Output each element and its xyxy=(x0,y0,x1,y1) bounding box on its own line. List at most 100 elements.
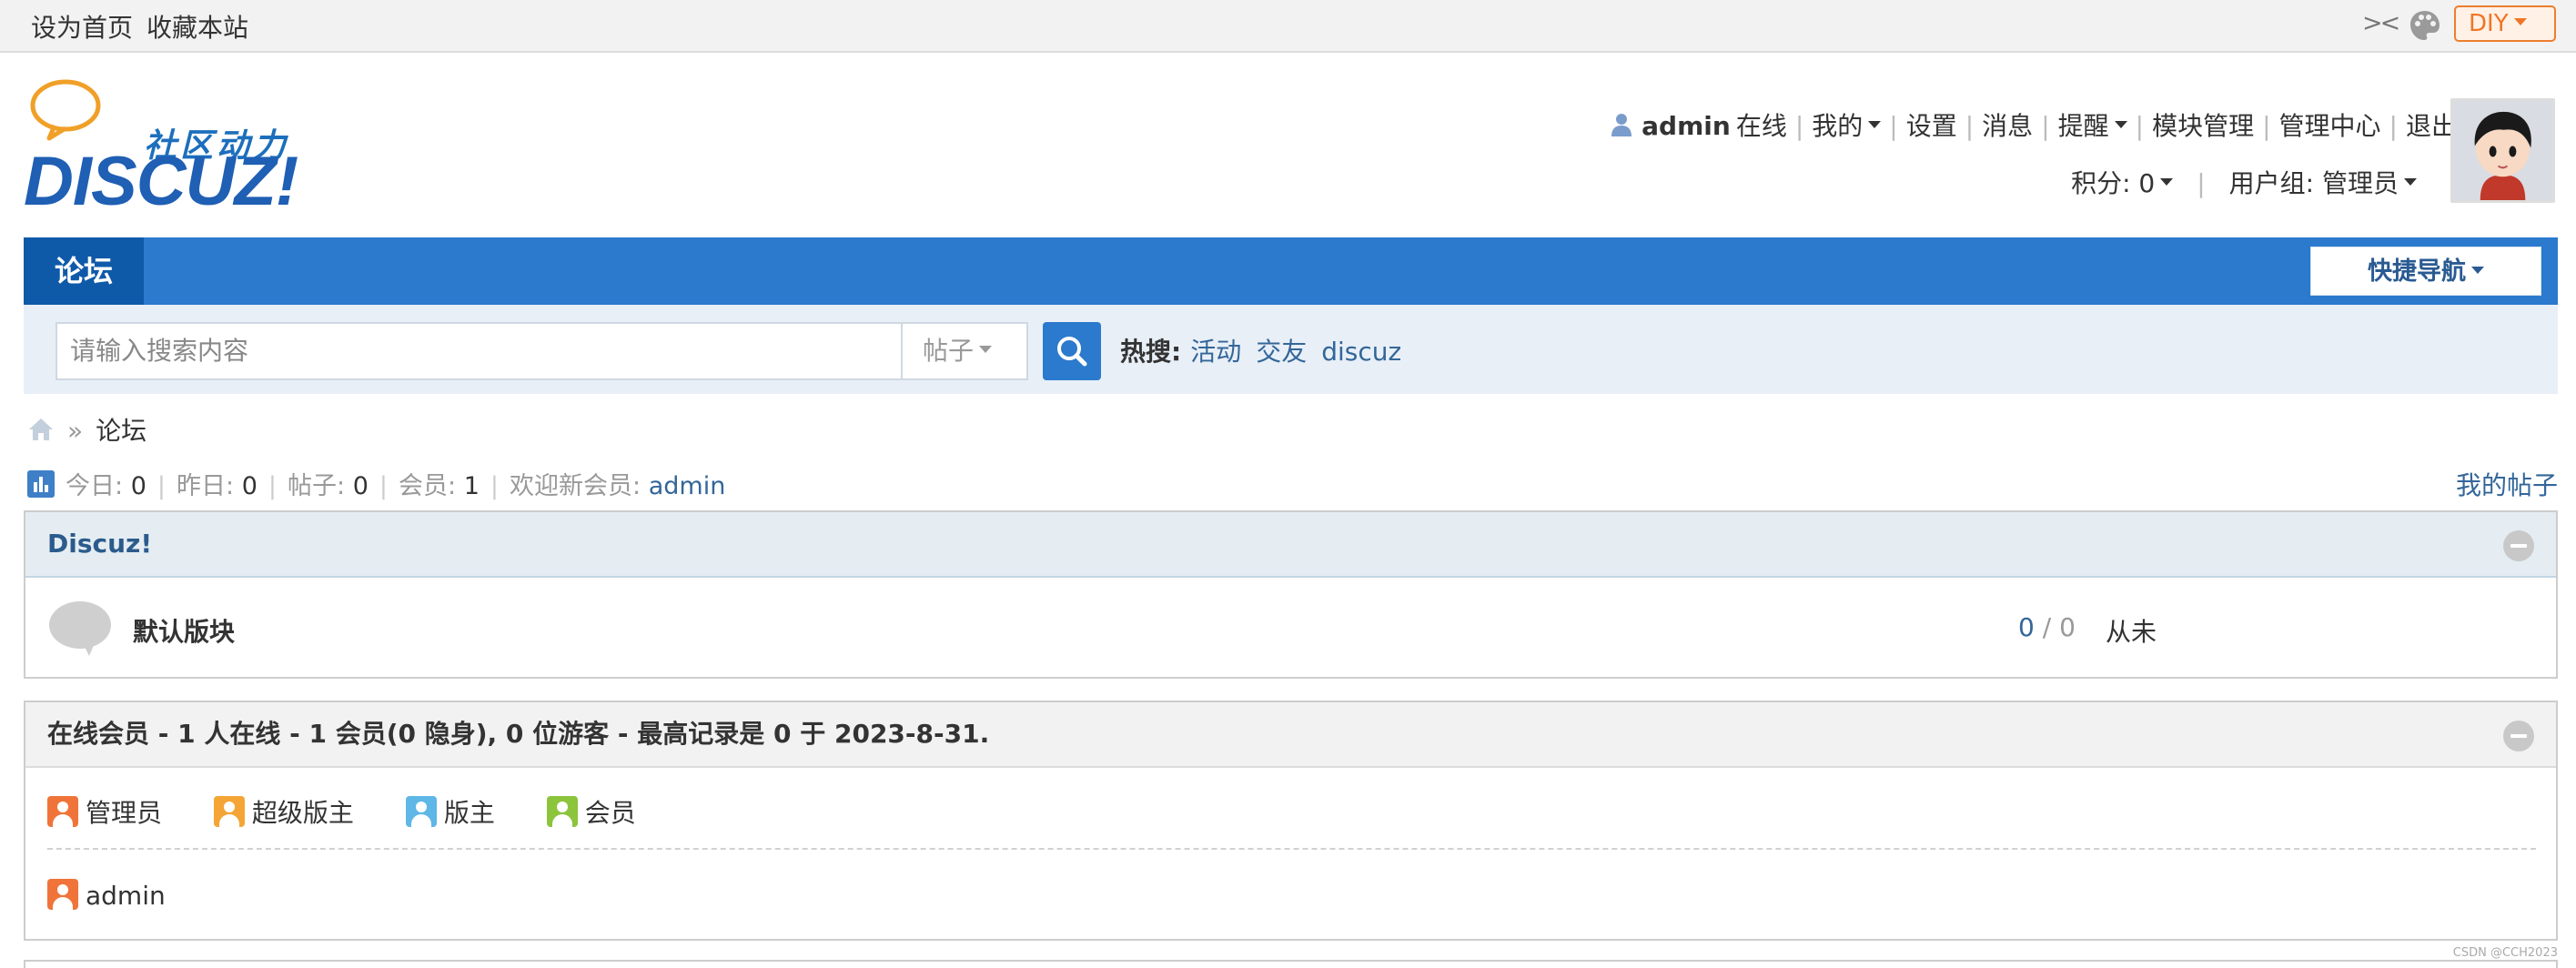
search-icon xyxy=(1057,337,1087,367)
forum-category-box: Discuz! 默认版块 0 / 0 从未 xyxy=(24,510,2558,679)
my-menu[interactable]: 我的 xyxy=(1812,111,1882,141)
forum-stats: 今日: 0 | 昨日: 0 | 帖子: 0 | 会员: 1 | 欢迎新会员: admin xyxy=(27,466,725,501)
legend-label: 管理员 xyxy=(86,798,163,828)
breadcrumb: » 论坛 xyxy=(27,411,146,448)
user-group-menu[interactable]: 用户组: 管理员 xyxy=(2229,168,2417,198)
chevron-down-icon xyxy=(1868,121,1882,128)
hot-search: 热搜: 活动 交友 discuz xyxy=(1120,332,1416,368)
category-title[interactable]: Discuz! xyxy=(47,512,152,576)
search-button[interactable] xyxy=(1043,322,1101,380)
settings-link[interactable]: 设置 xyxy=(1906,111,1957,141)
search-bar: 请输入搜索内容 帖子 热搜: 活动 交友 discuz xyxy=(24,305,2558,394)
search-type-label: 帖子 xyxy=(923,336,975,366)
diy-button[interactable]: DIY xyxy=(2454,5,2556,42)
credits-label: 积分: 0 xyxy=(2071,168,2156,198)
avatar[interactable] xyxy=(2450,98,2555,203)
diy-label: DIY xyxy=(2469,10,2509,37)
posts-count: 0 xyxy=(352,472,369,500)
messages-link[interactable]: 消息 xyxy=(1982,111,2033,141)
search-type-select[interactable]: 帖子 xyxy=(901,322,1028,380)
hot-search-label: 热搜: xyxy=(1120,337,1182,367)
today-count: 0 xyxy=(130,472,146,500)
category-header: Discuz! xyxy=(25,512,2556,578)
user-nav: admin 在线 | 我的 | 设置 | 消息 | 提醒 | 模块管理 | 管理中心 | 退出 xyxy=(1611,106,2457,143)
chevron-down-icon xyxy=(2404,178,2417,186)
username-link[interactable]: admin xyxy=(1642,111,1731,141)
yesterday-count: 0 xyxy=(241,472,258,500)
palette-icon[interactable] xyxy=(2409,9,2441,42)
forum-posts-count: 0 xyxy=(2059,612,2076,642)
user-meta: 积分: 0 | 用户组: 管理员 xyxy=(2071,164,2417,200)
reminders-menu[interactable]: 提醒 xyxy=(2058,111,2127,141)
my-posts-link[interactable]: 我的帖子 xyxy=(2456,466,2558,502)
user-icon xyxy=(1611,114,1632,136)
legend-label: 超级版主 xyxy=(251,798,354,828)
collapse-icon[interactable] xyxy=(2503,721,2534,751)
reminders-label: 提醒 xyxy=(2057,111,2109,141)
forum-name-link[interactable]: 默认版块 xyxy=(133,612,235,649)
today-label: 今日: xyxy=(66,472,124,500)
speech-bubble-logo-icon xyxy=(30,79,101,141)
logout-link[interactable]: 退出 xyxy=(2406,111,2457,141)
online-user-link[interactable]: admin xyxy=(86,881,166,911)
main-nav: 论坛 快捷导航 xyxy=(24,237,2558,305)
legend-item: 超级版主 xyxy=(213,793,354,830)
credits-menu[interactable]: 积分: 0 xyxy=(2071,168,2174,198)
forum-counts: 0 / 0 xyxy=(2018,612,2076,642)
hot-keyword[interactable]: 交友 xyxy=(1256,337,1307,367)
newest-member-link[interactable]: admin xyxy=(649,472,726,500)
legend-item: 会员 xyxy=(546,793,636,830)
yesterday-label: 昨日: xyxy=(177,472,235,500)
admin-center-link[interactable]: 管理中心 xyxy=(2279,111,2381,141)
chevron-down-icon xyxy=(2471,266,2484,274)
quick-nav-label: 快捷导航 xyxy=(2368,257,2466,286)
quick-nav-button[interactable]: 快捷导航 xyxy=(2310,247,2541,296)
search-input[interactable]: 请输入搜索内容 xyxy=(56,322,901,380)
home-icon[interactable] xyxy=(27,417,55,442)
top-toolbar: 设为首页 收藏本站 >< DIY xyxy=(0,0,2576,53)
super-moderator-user-icon xyxy=(213,796,245,827)
members-count: 1 xyxy=(463,472,480,500)
set-homepage-link[interactable]: 设为首页 xyxy=(31,8,133,45)
module-management-link[interactable]: 模块管理 xyxy=(2152,111,2254,141)
chevron-down-icon xyxy=(2513,17,2527,25)
hot-keyword[interactable]: 活动 xyxy=(1190,337,1241,367)
watermark: CSDN @CCH2023 xyxy=(2452,946,2558,960)
divider xyxy=(47,848,2536,850)
online-status: 在线 xyxy=(1735,111,1787,141)
forum-bubble-icon xyxy=(49,601,111,656)
forum-last-post: 从未 xyxy=(2106,617,2157,647)
online-title[interactable]: 在线会员 - 1 人在线 - 1 会员(0 隐身), 0 位游客 - 最高记录是… xyxy=(47,702,989,766)
site-logo[interactable]: 社区动力 DISCUZ! xyxy=(24,75,298,217)
online-header: 在线会员 - 1 人在线 - 1 会员(0 隐身), 0 位游客 - 最高记录是… xyxy=(25,702,2556,768)
bookmark-site-link[interactable]: 收藏本站 xyxy=(146,8,248,45)
logo-wordmark: DISCUZ! xyxy=(24,143,298,220)
members-label: 会员: xyxy=(399,472,457,500)
chevron-down-icon xyxy=(2160,178,2174,186)
online-members-box: 在线会员 - 1 人在线 - 1 会员(0 隐身), 0 位游客 - 最高记录是… xyxy=(24,701,2558,941)
posts-label: 帖子: xyxy=(288,472,346,500)
legend-label: 会员 xyxy=(584,798,636,828)
stats-chart-icon xyxy=(27,470,55,498)
chevron-down-icon xyxy=(979,346,993,353)
welcome-label: 欢迎新会员: xyxy=(510,472,641,500)
user-group-legend: 管理员 超级版主 版主 会员 xyxy=(47,793,680,830)
member-user-icon xyxy=(546,796,578,827)
collapse-width-icon[interactable]: >< xyxy=(2362,9,2400,37)
user-group-label: 用户组: 管理员 xyxy=(2228,168,2399,198)
next-box-edge xyxy=(24,960,2558,968)
tab-forum[interactable]: 论坛 xyxy=(24,237,144,305)
legend-label: 版主 xyxy=(443,798,495,828)
admin-user-icon xyxy=(47,879,78,910)
legend-item: 版主 xyxy=(405,793,495,830)
my-menu-label: 我的 xyxy=(1812,111,1864,141)
moderator-user-icon xyxy=(405,796,437,827)
collapse-icon[interactable] xyxy=(2503,530,2534,561)
legend-item: 管理员 xyxy=(47,793,162,830)
hot-keyword[interactable]: discuz xyxy=(1321,337,1401,367)
avatar-image xyxy=(2453,101,2552,200)
admin-user-icon xyxy=(47,796,78,827)
forum-threads-count: 0 xyxy=(2018,612,2035,642)
chevron-down-icon xyxy=(2114,121,2127,128)
breadcrumb-current[interactable]: 论坛 xyxy=(96,416,146,446)
